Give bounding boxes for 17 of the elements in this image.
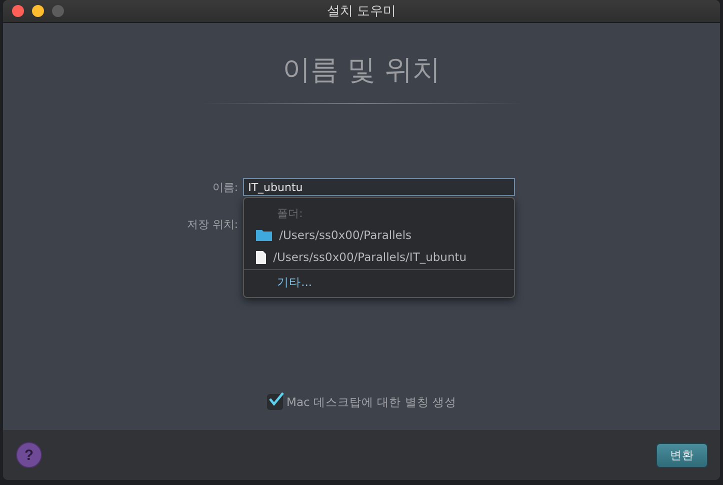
alias-checkbox[interactable] xyxy=(266,394,283,410)
checkmark-icon xyxy=(268,392,284,406)
page-heading: 이름 및 위치 xyxy=(282,52,440,88)
menu-item[interactable]: 기타... xyxy=(244,271,514,293)
alias-label: Mac 데스크탑에 대한 별칭 생성 xyxy=(286,394,456,410)
window-title: 설치 도우미 xyxy=(326,3,396,20)
convert-button[interactable]: 변환 xyxy=(656,442,708,468)
close-button[interactable] xyxy=(12,5,24,17)
location-label: 저장 위치: xyxy=(186,216,238,232)
name-label: 이름: xyxy=(211,180,238,194)
folder-icon xyxy=(256,229,272,241)
document-icon xyxy=(256,250,266,264)
name-field[interactable]: IT_ubuntu xyxy=(243,178,516,196)
menu-item[interactable]: /Users/ss0x00/Parallels/IT_ubuntu xyxy=(244,246,514,268)
menu-header: 폴더: xyxy=(276,206,304,222)
minimize-button[interactable] xyxy=(32,5,44,17)
menu-item[interactable]: /Users/ss0x00/Parallels xyxy=(244,224,514,246)
